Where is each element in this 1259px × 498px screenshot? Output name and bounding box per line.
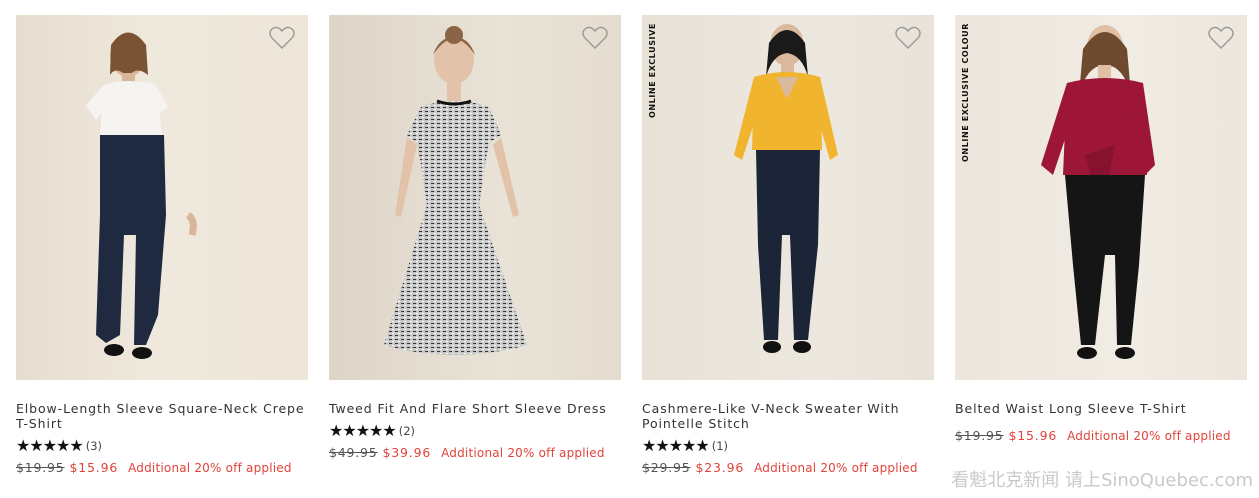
star-rating-icons: ★★★★★ [329,421,397,440]
sale-price: $23.96 [695,460,745,475]
product-rating[interactable]: ★★★★★ (3) [16,438,308,454]
product-card[interactable]: Elbow-Length Sleeve Square-Neck Crepe T-… [16,15,308,475]
model-photo-illustration [734,24,838,353]
wishlist-heart-icon[interactable] [581,24,609,52]
product-rating[interactable]: ★★★★★ (2) [329,423,621,439]
price-row: $19.95 $15.96 Additional 20% off applied [955,428,1247,443]
wishlist-heart-icon[interactable] [1207,24,1235,52]
sale-price: $15.96 [1008,428,1058,443]
star-rating-icons: ★★★★★ [642,436,710,455]
star-rating-icons: ★★★★★ [16,436,84,455]
original-price: $19.95 [16,460,65,475]
model-photo-illustration [1041,25,1155,359]
product-rating[interactable]: ★★★★★ (1) [642,438,934,454]
product-image[interactable] [329,15,621,380]
model-photo-illustration [384,26,527,355]
model-photo-illustration [86,32,197,359]
product-card[interactable]: ONLINE EXCLUSIVE COLOUR Belted Waist Lon… [955,15,1247,443]
product-card[interactable]: Tweed Fit And Flare Short Sleeve Dress ★… [329,15,621,460]
product-title[interactable]: Belted Waist Long Sleeve T-Shirt [955,401,1247,416]
price-row: $29.95 $23.96 Additional 20% off applied [642,460,934,475]
price-row: $49.95 $39.96 Additional 20% off applied [329,445,621,460]
promo-text: Additional 20% off applied [441,446,605,460]
promo-text: Additional 20% off applied [128,461,292,475]
product-image[interactable]: ONLINE EXCLUSIVE COLOUR [955,15,1247,380]
original-price: $49.95 [329,445,378,460]
price-row: $19.95 $15.96 Additional 20% off applied [16,460,308,475]
sale-price: $39.96 [382,445,432,460]
watermark-text: 看魁北克新闻 请上SinoQuebec.com [951,470,1253,491]
product-title[interactable]: Elbow-Length Sleeve Square-Neck Crepe T-… [16,401,308,431]
product-image[interactable]: ONLINE EXCLUSIVE [642,15,934,380]
review-count: (1) [711,439,729,453]
original-price: $29.95 [642,460,691,475]
product-title[interactable]: Cashmere-Like V-Neck Sweater With Pointe… [642,401,934,431]
product-title[interactable]: Tweed Fit And Flare Short Sleeve Dress [329,401,621,416]
review-count: (2) [398,424,416,438]
promo-text: Additional 20% off applied [1067,429,1231,443]
wishlist-heart-icon[interactable] [268,24,296,52]
product-image[interactable] [16,15,308,380]
wishlist-heart-icon[interactable] [894,24,922,52]
online-exclusive-colour-badge: ONLINE EXCLUSIVE COLOUR [961,23,970,162]
original-price: $19.95 [955,428,1004,443]
promo-text: Additional 20% off applied [754,461,918,475]
product-card[interactable]: ONLINE EXCLUSIVE Cashmere-Like V-Neck Sw… [642,15,934,475]
review-count: (3) [85,439,103,453]
sale-price: $15.96 [69,460,119,475]
online-exclusive-badge: ONLINE EXCLUSIVE [648,23,657,119]
